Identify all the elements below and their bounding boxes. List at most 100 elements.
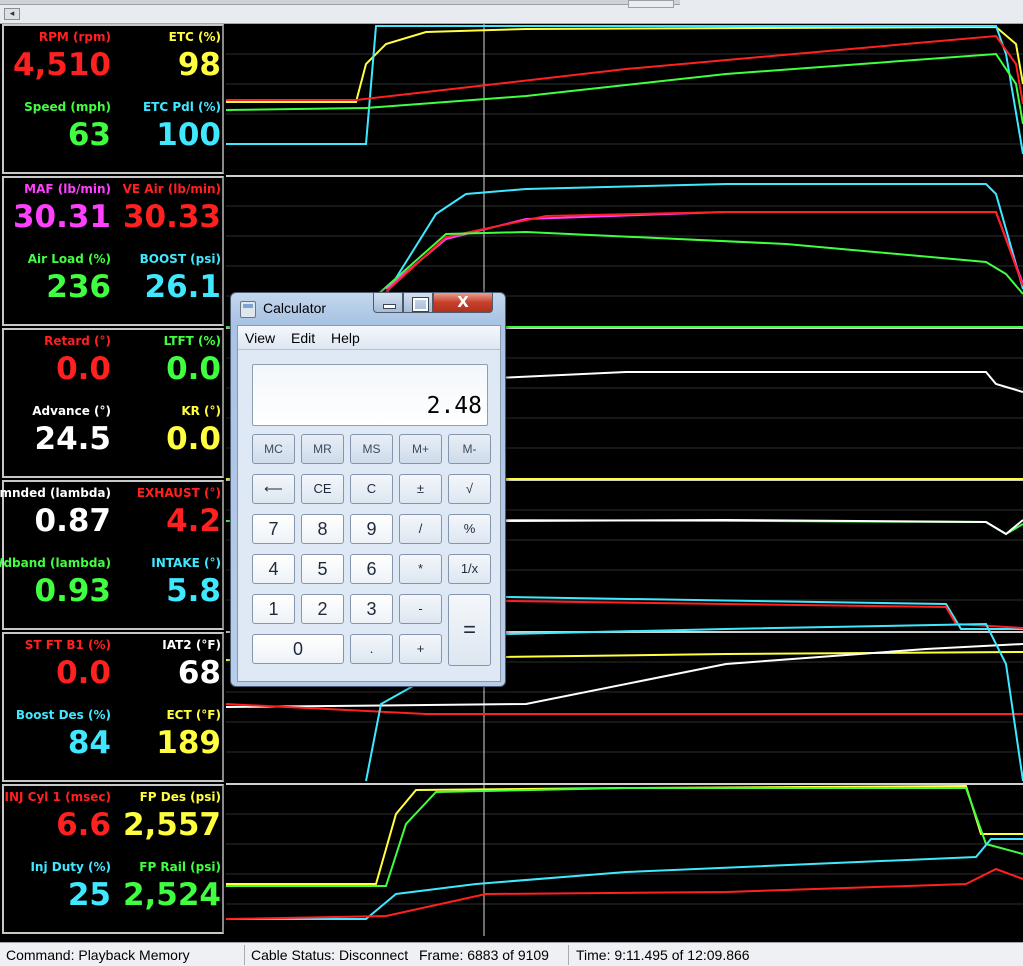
gauge-label: KR (°) — [181, 404, 221, 418]
close-button[interactable]: X — [433, 293, 493, 313]
decimal-key[interactable]: . — [350, 634, 393, 664]
gauge-value: 0.93 — [34, 573, 112, 609]
calculator-body: View Edit Help 2.48 MC MR MS M+ M- ⟵ CE C ± √ 7 8 9/… — [237, 325, 501, 682]
operator-key[interactable]: % — [448, 514, 491, 544]
gauge-group: MAF (lb/min) 30.31 VE Air (lb/min) 30.33 Air… — [2, 176, 224, 326]
toolbar-strip — [0, 0, 680, 5]
gauge-cell: KR (°) 0.0 — [114, 400, 223, 473]
memory-key[interactable]: M+ — [399, 434, 442, 464]
gauge-label: LTFT (%) — [163, 334, 221, 348]
gauge-value: 63 — [67, 117, 111, 153]
status-command: Command: Playback Memory — [6, 947, 190, 963]
gauge-value: 25 — [67, 877, 111, 913]
gauge-cell: Air Load (%) 236 — [4, 248, 113, 321]
calculator-display: 2.48 — [252, 364, 488, 426]
digit-key[interactable]: 6 — [350, 554, 393, 584]
function-key[interactable]: C — [350, 474, 393, 504]
gauge-cell: Advance (°) 24.5 — [4, 400, 113, 473]
gauge-label: Air Load (%) — [27, 252, 111, 266]
memory-key[interactable]: M- — [448, 434, 491, 464]
gauge-label: Speed (mph) — [24, 100, 111, 114]
menu-view[interactable]: View — [245, 330, 275, 346]
status-frame: Frame: 6883 of 9109 — [419, 947, 549, 963]
function-key[interactable]: √ — [448, 474, 491, 504]
digit-key[interactable]: 7 — [252, 514, 295, 544]
digit-key[interactable]: 8 — [301, 514, 344, 544]
digit-key[interactable]: 3 — [350, 594, 393, 624]
function-key[interactable]: ± — [399, 474, 442, 504]
equals-key[interactable]: = — [448, 594, 491, 666]
gauge-value: 24.5 — [34, 421, 112, 457]
gauge-cell: LTFT (%) 0.0 — [114, 330, 223, 403]
function-key[interactable]: CE — [301, 474, 344, 504]
operator-key[interactable]: / — [399, 514, 442, 544]
gauge-value: 189 — [156, 725, 221, 761]
gauge-cell: MAF (lb/min) 30.31 — [4, 178, 113, 251]
maximize-button[interactable] — [403, 293, 433, 313]
gauge-value: 236 — [46, 269, 111, 305]
gauge-cell: Cmnded (lambda) 0.87 — [0, 482, 113, 555]
gauge-label: ECT (°F) — [166, 708, 221, 722]
digit-key[interactable]: 2 — [301, 594, 344, 624]
gauge-value: 4,510 — [12, 47, 111, 83]
gauge-value: 6.6 — [56, 807, 111, 843]
calculator-window[interactable]: Calculator X View Edit Help 2.48 MC MR MS M… — [230, 292, 506, 687]
gauge-value: 30.31 — [12, 199, 111, 235]
gauge-cell: ETC Pdl (%) 100 — [114, 96, 223, 169]
gauge-value: 68 — [177, 655, 221, 691]
gauge-label: RPM (rpm) — [38, 30, 111, 44]
gauge-label: EXHAUST (°) — [136, 486, 221, 500]
gauge-label: Advance (°) — [32, 404, 111, 418]
gauge-value: 5.8 — [166, 573, 221, 609]
gauge-value: 100 — [156, 117, 221, 153]
toolbar-dropdown[interactable] — [628, 0, 674, 8]
gauge-label: Boost Des (%) — [15, 708, 111, 722]
digit-key[interactable]: 5 — [301, 554, 344, 584]
gauge-value: 30.33 — [122, 199, 221, 235]
memory-key[interactable]: MC — [252, 434, 295, 464]
operator-key[interactable]: - — [399, 594, 442, 624]
gauge-cell: IAT2 (°F) 68 — [114, 634, 223, 707]
gauge-cell: ST FT B1 (%) 0.0 — [4, 634, 113, 707]
gauge-cell: Wdband (lambda) 0.93 — [0, 552, 113, 625]
gauge-label: ST FT B1 (%) — [24, 638, 111, 652]
status-separator — [244, 945, 245, 965]
gauge-cell: FP Des (psi) 2,557 — [114, 786, 223, 859]
gauge-label: Cmnded (lambda) — [0, 486, 111, 500]
gauge-label: Wdband (lambda) — [0, 556, 111, 570]
operator-key[interactable]: 1/x — [448, 554, 491, 584]
gauge-value: 2,557 — [122, 807, 221, 843]
digit-key[interactable]: 0 — [252, 634, 344, 664]
gauge-group: Retard (°) 0.0 LTFT (%) 0.0 Advance (°) 24.5 K… — [2, 328, 224, 478]
status-separator — [568, 945, 569, 965]
menu-edit[interactable]: Edit — [291, 330, 315, 346]
memory-key[interactable]: MS — [350, 434, 393, 464]
gauge-group: ST FT B1 (%) 0.0 IAT2 (°F) 68 Boost Des (%) 8… — [2, 632, 224, 782]
gauge-value: 84 — [67, 725, 111, 761]
digit-key[interactable]: 4 — [252, 554, 295, 584]
gauge-label: INTAKE (°) — [151, 556, 221, 570]
gauge-group: RPM (rpm) 4,510 ETC (%) 98 Speed (mph) 63 ETC … — [2, 24, 224, 174]
status-time: Time: 9:11.495 of 12:09.866 — [576, 947, 750, 963]
gauge-label: Inj Duty (%) — [30, 860, 111, 874]
menu-help[interactable]: Help — [331, 330, 360, 346]
gauge-value: 0.0 — [56, 351, 111, 387]
gauge-cell: ETC (%) 98 — [114, 26, 223, 99]
digit-key[interactable]: 9 — [350, 514, 393, 544]
digit-key[interactable]: 1 — [252, 594, 295, 624]
scroll-left-icon[interactable]: ◂ — [4, 8, 20, 20]
gauge-cell: EXHAUST (°) 4.2 — [114, 482, 223, 555]
gauge-cell: FP Rail (psi) 2,524 — [114, 856, 223, 929]
gauge-value: 0.0 — [166, 421, 221, 457]
operator-key[interactable]: * — [399, 554, 442, 584]
status-cable: Cable Status: Disconnect — [251, 947, 409, 963]
gauge-group: INJ Cyl 1 (msec) 6.6 FP Des (psi) 2,557 Inj … — [2, 784, 224, 934]
calculator-title: Calculator — [263, 300, 327, 316]
minimize-button[interactable] — [373, 293, 403, 313]
memory-key[interactable]: MR — [301, 434, 344, 464]
gauge-label: MAF (lb/min) — [24, 182, 111, 196]
gauge-cell: Speed (mph) 63 — [4, 96, 113, 169]
backspace-key[interactable]: ⟵ — [252, 474, 295, 504]
gauge-group: Cmnded (lambda) 0.87 EXHAUST (°) 4.2 Wdband … — [0, 480, 224, 630]
operator-key[interactable]: + — [399, 634, 442, 664]
